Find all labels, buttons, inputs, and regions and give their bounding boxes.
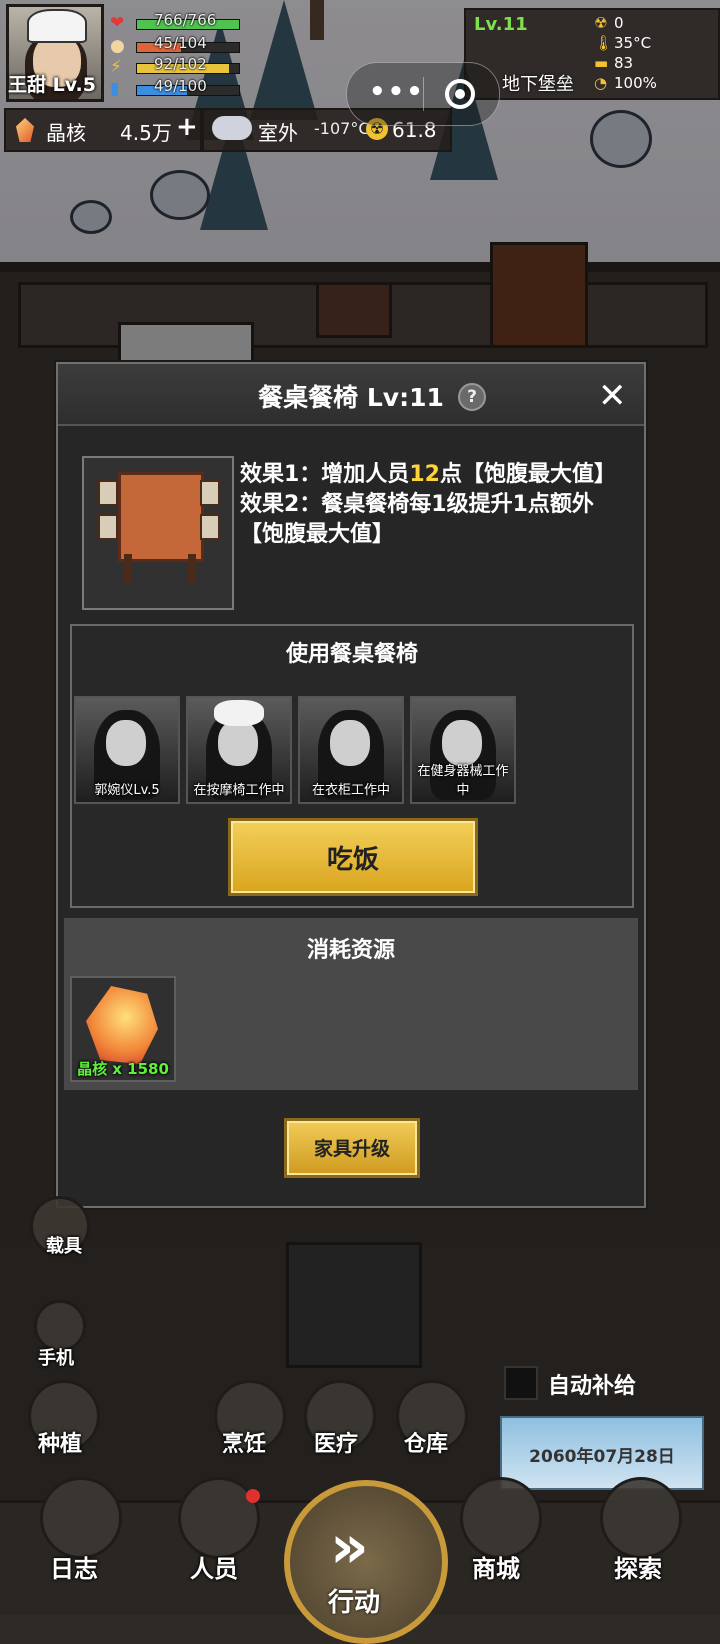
upgrade-furniture-button[interactable]: 家具升级 [284, 1118, 420, 1178]
player-name: 王甜 Lv.5 [8, 74, 96, 96]
fast-forward-icon: » [330, 1512, 369, 1582]
cost-item[interactable]: 晶核 x 1580 [70, 976, 176, 1082]
vehicle-label[interactable]: 载具 [46, 1232, 82, 1258]
phone-label[interactable]: 手机 [38, 1344, 74, 1370]
cook-label[interactable]: 烹饪 [222, 1426, 266, 1458]
eat-button-label: 吃饭 [326, 845, 379, 875]
effect-text-prefix: 效果1：增加人员 [240, 462, 410, 487]
help-icon[interactable]: ? [458, 383, 486, 411]
base-supplies: 83 [614, 54, 634, 72]
character-label: 在按摩椅工作中 [193, 783, 285, 798]
people-card-icon[interactable] [178, 1477, 260, 1559]
nav-people[interactable]: 人员 [190, 1549, 238, 1584]
dialog-header: 餐桌餐椅 Lv:11 ? ✕ [58, 364, 644, 426]
cost-title: 消耗资源 [306, 938, 395, 963]
base-radiation: 0 [614, 14, 624, 32]
furniture-dialog: 餐桌餐椅 Lv:11 ? ✕ 效果1：增加人员12点【饱腹最大值】 效果2：餐桌… [56, 362, 646, 1208]
cost-item-label: 晶核 x 1580 [77, 1060, 169, 1078]
thermometer-icon: 🌡 [594, 34, 614, 52]
game-date: 2060年07月28日 [529, 1447, 675, 1467]
action-button[interactable]: » 行动 [284, 1480, 448, 1644]
heart-icon: ❤ [110, 13, 125, 33]
plant-label[interactable]: 种植 [38, 1426, 82, 1458]
nav-shop[interactable]: 商城 [472, 1549, 520, 1584]
auto-supply-checkbox[interactable] [504, 1366, 538, 1400]
base-status-panel[interactable]: Lv.11 地下堡垒 ☢ 0 🌡35°C ▬ 83 ◔ 100% [464, 8, 720, 100]
effect-description: 效果1：增加人员12点【饱腹最大值】 效果2：餐桌餐椅每1级提升1点额外【饱腹最… [240, 460, 630, 550]
base-temperature: 35°C [614, 34, 652, 52]
medical-label[interactable]: 医疗 [314, 1426, 358, 1458]
character-label: 郭婉仪Lv.5 [94, 783, 160, 798]
upgrade-button-label: 家具升级 [313, 1138, 390, 1160]
mini-program-capsule: ••• [346, 62, 500, 126]
character-portrait[interactable]: 郭婉仪Lv.5 [74, 696, 180, 804]
outside-label: 室外 [258, 121, 298, 145]
crystal-icon [86, 986, 158, 1064]
character-portrait[interactable]: 在健身器械工作中 [410, 696, 516, 804]
shop-basket-icon[interactable] [460, 1477, 542, 1559]
character-label: 在衣柜工作中 [311, 783, 390, 798]
base-name: 地下堡垒 [502, 74, 574, 95]
storage-label[interactable]: 仓库 [404, 1426, 448, 1458]
crystal-label: 晶核 [46, 121, 86, 145]
power-icon: ◔ [594, 74, 608, 92]
radiation-icon: ☢ [594, 14, 608, 32]
eat-button[interactable]: 吃饭 [228, 818, 478, 896]
crystal-value: 4.5万 [120, 121, 172, 145]
more-menu-icon[interactable]: ••• [369, 77, 425, 107]
supplies-icon: ▬ [594, 54, 609, 72]
nav-log[interactable]: 日志 [50, 1549, 98, 1584]
character-label: 在健身器械工作中 [417, 764, 509, 798]
crystal-icon [16, 118, 34, 142]
close-icon[interactable]: ✕ [598, 376, 627, 416]
date-panel: 2060年07月28日 [500, 1416, 704, 1490]
add-crystal-button[interactable]: + [176, 112, 198, 142]
hunger-value: 45/104 [154, 34, 207, 52]
crystal-resource-bar: 晶核 4.5万 + [4, 108, 202, 152]
explore-radar-icon[interactable] [600, 1477, 682, 1559]
water-value: 49/100 [154, 77, 207, 95]
effect-value: 12 [409, 462, 440, 487]
energy-value: 92/102 [154, 55, 207, 73]
dialog-title: 餐桌餐椅 Lv:11 [258, 383, 444, 412]
character-portrait[interactable]: 在衣柜工作中 [298, 696, 404, 804]
water-icon: ▮ [110, 79, 120, 99]
food-icon: ● [110, 36, 125, 56]
notification-badge [246, 1489, 260, 1503]
energy-icon: ⚡ [110, 57, 122, 77]
use-panel: 使用餐桌餐椅 郭婉仪Lv.5 在按摩椅工作中 在衣柜工作中 在健身器械工作中 吃… [70, 624, 634, 908]
base-power: 100% [614, 74, 657, 92]
action-label: 行动 [328, 1588, 381, 1618]
base-level: Lv.11 [474, 14, 528, 35]
cost-panel: 消耗资源 晶核 x 1580 [64, 918, 638, 1090]
auto-supply-label[interactable]: 自动补给 [548, 1368, 636, 1400]
log-book-icon[interactable] [40, 1477, 122, 1559]
nav-explore[interactable]: 探索 [614, 1549, 662, 1584]
close-app-icon[interactable] [445, 79, 475, 109]
health-value: 766/766 [154, 11, 217, 29]
snow-cloud-icon [212, 116, 252, 140]
dining-table-image [82, 456, 234, 610]
use-panel-title: 使用餐桌餐椅 [285, 642, 418, 667]
character-portrait[interactable]: 在按摩椅工作中 [186, 696, 292, 804]
